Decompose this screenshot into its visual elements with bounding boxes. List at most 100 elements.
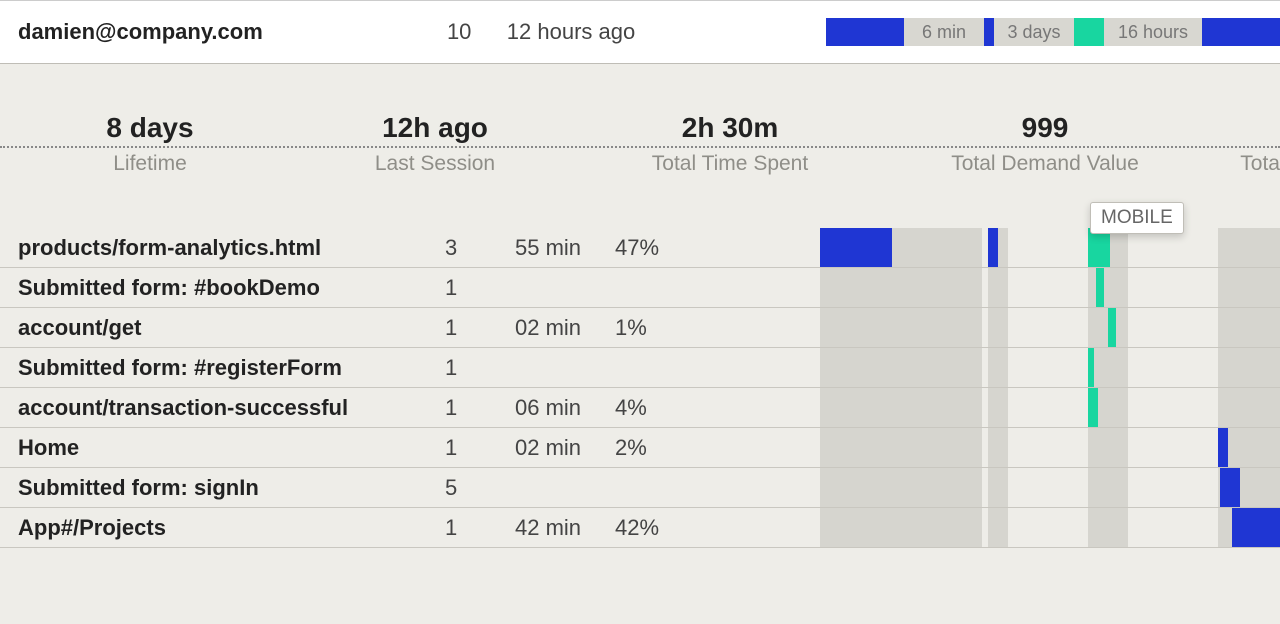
page-duration: 42 min	[515, 515, 615, 541]
timeline-bar	[1088, 348, 1128, 387]
page-count: 5	[445, 475, 515, 501]
row-timeline	[820, 388, 1280, 427]
timeline-bar	[988, 428, 1008, 467]
timeline-bar	[988, 268, 1008, 307]
table-row[interactable]: Submitted form: #registerForm1	[0, 348, 1280, 388]
page-count: 1	[445, 515, 515, 541]
row-timeline	[820, 428, 1280, 467]
stat-total-time-label: Total Time Spent	[570, 148, 890, 176]
timeline-bar	[1220, 468, 1240, 507]
timeline-bar	[1218, 428, 1228, 467]
timeline-segment: 3 days	[994, 18, 1074, 46]
timeline-bar	[820, 388, 982, 427]
timeline-segment	[1074, 18, 1104, 46]
page-count: 1	[445, 275, 515, 301]
timeline-bar	[820, 308, 982, 347]
timeline-bar	[988, 308, 1008, 347]
page-name: account/get	[0, 315, 445, 341]
stat-demand-label: Total Demand Value	[890, 148, 1200, 176]
table-row[interactable]: Home102 min2%	[0, 428, 1280, 468]
timeline-bar	[1088, 348, 1094, 387]
page-name: Submitted form: signIn	[0, 475, 445, 501]
timeline-bar	[820, 508, 982, 547]
timeline-bar	[988, 508, 1008, 547]
mobile-tooltip: MOBILE	[1090, 202, 1184, 234]
stat-last-session-value: 12h ago	[300, 112, 570, 144]
session-timeline: 6 min 3 days 16 hours	[826, 17, 1280, 47]
page-duration: 02 min	[515, 435, 615, 461]
timeline-bar	[820, 348, 982, 387]
page-count: 1	[445, 395, 515, 421]
user-session-row[interactable]: damien@company.com 10 12 hours ago 6 min…	[0, 0, 1280, 64]
page-duration: 55 min	[515, 235, 615, 261]
timeline-bar	[1088, 428, 1128, 467]
stat-lifetime-label: Lifetime	[0, 148, 300, 176]
timeline-bar	[820, 468, 982, 507]
row-timeline	[820, 508, 1280, 547]
row-timeline	[820, 228, 1280, 267]
timeline-segment: 6 min	[904, 18, 984, 46]
page-name: App#/Projects	[0, 515, 445, 541]
stat-demand-value: 999	[890, 112, 1200, 144]
timeline-bar	[820, 428, 982, 467]
page-percent: 4%	[615, 395, 705, 421]
timeline-bar	[1088, 268, 1128, 307]
page-percent: 2%	[615, 435, 705, 461]
timeline-bar	[1088, 388, 1098, 427]
timeline-bar	[1232, 508, 1280, 547]
timeline-bar	[820, 268, 982, 307]
timeline-bar	[1218, 308, 1280, 347]
timeline-bar	[988, 228, 998, 267]
page-name: Home	[0, 435, 445, 461]
page-count: 3	[445, 235, 515, 261]
timeline-bar	[1218, 388, 1280, 427]
page-name: products/form-analytics.html	[0, 235, 445, 261]
page-count: 1	[445, 355, 515, 381]
page-name: Submitted form: #bookDemo	[0, 275, 445, 301]
timeline-bar	[820, 228, 892, 267]
page-percent: 1%	[615, 315, 705, 341]
timeline-bar	[1088, 468, 1128, 507]
timeline-bar	[1088, 508, 1128, 547]
timeline-bar	[1218, 268, 1280, 307]
table-row[interactable]: Submitted form: signIn5	[0, 468, 1280, 508]
row-timeline	[820, 468, 1280, 507]
page-name: account/transaction-successful	[0, 395, 445, 421]
timeline-bar	[1218, 348, 1280, 387]
page-name: Submitted form: #registerForm	[0, 355, 445, 381]
timeline-bar	[1218, 228, 1280, 267]
page-count: 1	[445, 315, 515, 341]
timeline-bar	[1108, 308, 1116, 347]
table-row[interactable]: products/form-analytics.html355 min47%	[0, 228, 1280, 268]
summary-labels: Lifetime Last Session Total Time Spent T…	[0, 148, 1280, 176]
last-seen: 12 hours ago	[507, 19, 826, 45]
timeline-bar	[988, 468, 1008, 507]
stat-lifetime-value: 8 days	[0, 112, 300, 144]
timeline-bar	[988, 348, 1008, 387]
timeline-segment: 16 hours	[1104, 18, 1202, 46]
page-duration: 02 min	[515, 315, 615, 341]
row-timeline	[820, 308, 1280, 347]
page-duration: 06 min	[515, 395, 615, 421]
table-row[interactable]: Submitted form: #bookDemo1	[0, 268, 1280, 308]
visit-count: 10	[447, 19, 507, 45]
timeline-segment	[826, 18, 904, 46]
timeline-bar	[1096, 268, 1104, 307]
table-row[interactable]: account/transaction-successful106 min4%	[0, 388, 1280, 428]
page-percent: 47%	[615, 235, 705, 261]
stat-last-session-label: Last Session	[300, 148, 570, 176]
row-timeline	[820, 268, 1280, 307]
page-percent: 42%	[615, 515, 705, 541]
timeline-segment	[1202, 18, 1280, 46]
stat-extra-label: Tota	[1200, 148, 1280, 176]
summary-stats: 8 days 12h ago 2h 30m 999	[0, 112, 1280, 148]
table-row[interactable]: App#/Projects142 min42%	[0, 508, 1280, 548]
row-timeline	[820, 348, 1280, 387]
timeline-segment	[984, 18, 994, 46]
table-row[interactable]: account/get102 min1%	[0, 308, 1280, 348]
user-email: damien@company.com	[18, 19, 447, 45]
stat-total-time-value: 2h 30m	[570, 112, 890, 144]
timeline-bar	[988, 388, 1008, 427]
page-activity-table: MOBILE products/form-analytics.html355 m…	[0, 228, 1280, 548]
page-count: 1	[445, 435, 515, 461]
